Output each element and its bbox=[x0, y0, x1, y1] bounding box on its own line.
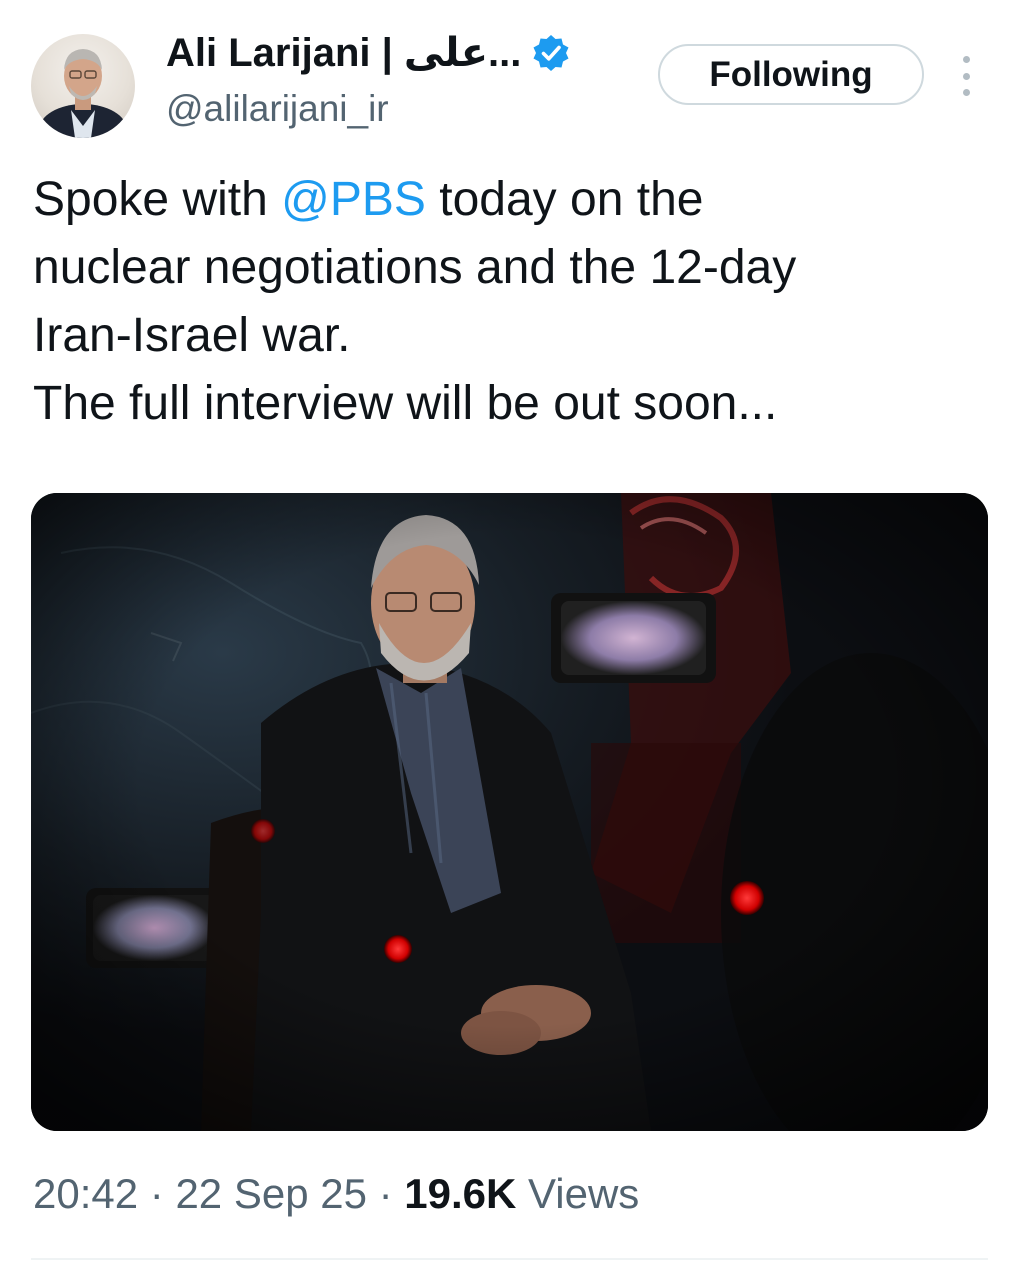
tweet-line-1: Spoke with @PBS today on the bbox=[33, 166, 993, 234]
mention-link[interactable]: @PBS bbox=[281, 173, 426, 226]
tweet-line-3: Iran-Israel war. bbox=[33, 309, 351, 362]
more-vertical-icon[interactable] bbox=[951, 56, 981, 96]
tweet-date[interactable]: 22 Sep 25 bbox=[175, 1170, 367, 1217]
meta-separator: · bbox=[366, 1170, 405, 1217]
avatar[interactable] bbox=[31, 34, 135, 138]
author-name[interactable]: Ali Larijani | علی... bbox=[166, 30, 521, 76]
verified-badge-icon bbox=[533, 35, 569, 71]
tweet-time[interactable]: 20:42 bbox=[33, 1170, 138, 1217]
tweet-meta: 20:42 · 22 Sep 25 · 19.6K Views bbox=[33, 1170, 639, 1218]
tweet-line-2: nuclear negotiations and the 12-day bbox=[33, 241, 797, 294]
author-handle[interactable]: @alilarijani_ir bbox=[166, 88, 389, 130]
views-count: 19.6K bbox=[404, 1170, 517, 1217]
more-dot bbox=[962, 56, 970, 63]
divider bbox=[31, 1258, 988, 1260]
more-dot bbox=[962, 89, 970, 96]
tweet-text-part: Spoke with bbox=[33, 173, 282, 226]
views-label: Views bbox=[516, 1170, 640, 1217]
following-button[interactable]: Following bbox=[658, 44, 924, 105]
author-name-row[interactable]: Ali Larijani | علی... bbox=[166, 30, 571, 76]
tweet-text: Spoke with @PBS today on the nuclear neg… bbox=[33, 166, 993, 438]
tweet-line-4: The full interview will be out soon... bbox=[33, 377, 778, 430]
avatar-photo bbox=[39, 49, 127, 138]
more-dot bbox=[962, 72, 970, 80]
tweet-media-image[interactable] bbox=[31, 493, 988, 1131]
meta-separator: · bbox=[138, 1170, 176, 1217]
tweet-text-part: today on the bbox=[425, 173, 704, 226]
interview-photo bbox=[31, 493, 988, 1131]
